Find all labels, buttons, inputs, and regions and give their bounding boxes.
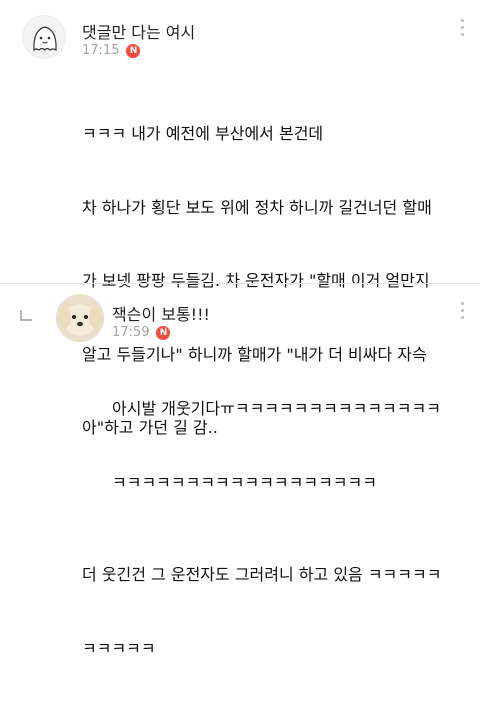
more-options-icon[interactable] (461, 19, 465, 37)
comment-line: ㅋㅋㅋㅋㅋ (82, 638, 156, 658)
comment: 댓글만 다는 여시 17:15 N ㅋㅋㅋ 내가 예전에 부산에서 본건데 차 … (0, 0, 480, 658)
comment-line: 아"하고 가던 길 감.. (82, 418, 218, 437)
new-badge: N (126, 43, 141, 58)
avatar[interactable] (22, 15, 66, 59)
comment-meta: 17:15 N (82, 43, 141, 58)
comment-author[interactable]: 댓글만 다는 여시 (82, 19, 195, 43)
comment-line: 가 보넷 팡팡 두들김. 차 운전자가 "할매 이거 얼만지 (82, 271, 430, 290)
comment-body: ㅋㅋㅋ 내가 예전에 부산에서 본건데 차 하나가 횡단 보도 위에 정차 하니… (82, 73, 474, 710)
ghost-character-icon (33, 26, 57, 52)
comment-line: ㅋㅋㅋ 내가 예전에 부산에서 본건데 (82, 124, 324, 143)
reply-arrow-icon (20, 310, 32, 321)
comment-line: 더 웃긴건 그 운전자도 그러려니 하고 있음 ㅋㅋㅋㅋㅋ (82, 565, 442, 584)
comment-time: 17:15 (82, 43, 120, 58)
comment-line: 알고 두들기나" 하니까 할매가 "내가 더 비싸다 자슥 (82, 344, 427, 364)
comment-line: 차 하나가 횡단 보도 위에 정차 하니까 길건너던 할매 (82, 197, 432, 217)
divider (0, 283, 480, 284)
comment-line (82, 490, 474, 515)
